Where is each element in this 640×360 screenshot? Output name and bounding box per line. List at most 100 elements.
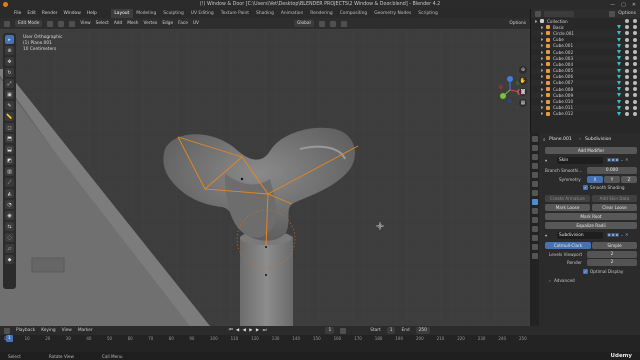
render-camera-icon[interactable] [633, 56, 637, 61]
clear-loose-button[interactable]: Clear Loose [592, 204, 637, 211]
visibility-eye-icon[interactable] [625, 99, 629, 104]
options-menu[interactable]: Options [509, 21, 526, 26]
symmetry-y-toggle[interactable]: Y [604, 176, 620, 183]
outliner-display-mode-icon[interactable] [535, 10, 541, 17]
subdivision-visibility-icons[interactable]: ▣▣▣ ⌄ ✕ [607, 232, 629, 237]
face-select-icon[interactable] [69, 20, 76, 27]
advanced-section-label[interactable]: Advanced [554, 278, 575, 283]
visibility-eye-icon[interactable] [625, 111, 629, 116]
menu-help[interactable]: Help [87, 11, 97, 16]
menu-edge[interactable]: Edge [162, 21, 173, 26]
view-layer-tab-icon[interactable] [531, 163, 538, 169]
menu-mesh[interactable]: Mesh [127, 21, 138, 26]
menu-render[interactable]: Render [42, 11, 58, 16]
end-frame-field[interactable]: 250 [415, 327, 430, 334]
render-camera-icon[interactable] [633, 43, 637, 48]
expand-icon[interactable] [541, 112, 544, 116]
physics-tab-icon[interactable] [531, 217, 538, 223]
render-camera-icon[interactable] [633, 62, 637, 67]
menu-uv[interactable]: UV [193, 21, 199, 26]
skin-expand-icon[interactable]: ▾ [545, 158, 547, 163]
editor-type-icon[interactable] [4, 20, 10, 27]
snap-icon[interactable] [329, 20, 336, 27]
render-camera-icon[interactable] [633, 19, 637, 24]
knife-tool-icon[interactable]: ⟋ [5, 178, 14, 187]
menu-marker[interactable]: Marker [78, 328, 93, 333]
skin-visibility-icons[interactable]: ▣▣▣ ⌄ ✕ [607, 157, 629, 162]
expand-icon[interactable] [541, 31, 544, 35]
bevel-tool-icon[interactable]: ◩ [5, 156, 14, 165]
optimal-display-checkbox[interactable]: ✓ [583, 269, 588, 274]
menu-select[interactable]: Select [96, 21, 109, 26]
menu-add[interactable]: Add [114, 21, 122, 26]
render-camera-icon[interactable] [633, 50, 637, 55]
tab-modeling[interactable]: Modeling [133, 9, 160, 18]
visibility-eye-icon[interactable] [625, 68, 629, 73]
inset-tool-icon[interactable]: ⬓ [5, 145, 14, 154]
visibility-eye-icon[interactable] [625, 37, 629, 42]
edge-slide-tool-icon[interactable]: ⇆ [5, 222, 14, 231]
expand-icon[interactable] [541, 100, 544, 104]
current-frame-field[interactable]: 1 [325, 327, 335, 334]
expand-icon[interactable] [541, 69, 544, 73]
visibility-eye-icon[interactable] [625, 56, 629, 61]
equalize-radii-button[interactable]: Equalize Radii [545, 222, 637, 229]
outliner-row[interactable]: Cube.012 [531, 111, 640, 117]
select-box-tool-icon[interactable]: ▸ [5, 35, 14, 44]
tab-compositing[interactable]: Compositing [336, 9, 371, 18]
pivot-icon[interactable] [318, 20, 325, 27]
menu-vertex[interactable]: Vertex [144, 21, 158, 26]
expand-icon[interactable] [541, 38, 544, 42]
skin-modifier-name[interactable]: Skin [557, 157, 603, 164]
render-camera-icon[interactable] [633, 25, 637, 30]
move-tool-icon[interactable]: ✥ [5, 57, 14, 66]
expand-icon[interactable] [541, 106, 544, 110]
levels-viewport-field[interactable]: 2 [587, 251, 637, 258]
particles-tab-icon[interactable] [531, 208, 538, 214]
menu-keying[interactable]: Keying [41, 328, 55, 333]
menu-playback[interactable]: Playback [16, 328, 35, 333]
visibility-eye-icon[interactable] [625, 80, 629, 85]
visibility-eye-icon[interactable] [625, 19, 629, 24]
symmetry-x-toggle[interactable]: X [587, 176, 603, 183]
edge-select-icon[interactable] [58, 20, 65, 27]
timeline-editor-icon[interactable] [4, 327, 10, 334]
menu-timeline-view[interactable]: View [62, 328, 72, 333]
expand-icon[interactable] [541, 75, 544, 79]
tab-animation[interactable]: Animation [277, 9, 306, 18]
3d-viewport[interactable]: User Orthographic (1) Plane.001 10 Centi… [0, 29, 530, 326]
render-camera-icon[interactable] [633, 80, 637, 85]
timeline-ruler[interactable]: 0102030405060708090100110120130140150160… [0, 335, 640, 352]
menu-face[interactable]: Face [178, 21, 188, 26]
expand-icon[interactable] [541, 62, 544, 66]
expand-icon[interactable] [535, 19, 538, 23]
expand-icon[interactable] [541, 44, 544, 48]
render-camera-icon[interactable] [633, 99, 637, 104]
measure-tool-icon[interactable]: 📏 [5, 112, 14, 121]
world-tab-icon[interactable] [531, 181, 538, 187]
annotate-tool-icon[interactable]: ✎ [5, 101, 14, 110]
mode-selector[interactable]: Edit Mode [15, 20, 43, 27]
menu-view[interactable]: View [80, 21, 90, 26]
cursor-tool-icon[interactable]: ⊕ [5, 46, 14, 55]
visibility-eye-icon[interactable] [625, 25, 629, 30]
menu-file[interactable]: File [14, 11, 21, 16]
smooth-tool-icon[interactable]: ◉ [5, 211, 14, 220]
output-tab-icon[interactable] [531, 154, 538, 160]
mark-root-button[interactable]: Mark Root [545, 213, 637, 220]
catmull-clark-toggle[interactable]: Catmull-Clark [545, 242, 591, 249]
render-camera-icon[interactable] [633, 31, 637, 36]
minimize-button[interactable]: — [610, 2, 615, 8]
perspective-toggle-icon[interactable]: ▦ [519, 99, 527, 107]
symmetry-z-toggle[interactable]: Z [621, 176, 637, 183]
scale-tool-icon[interactable]: ⤢ [5, 79, 14, 88]
start-frame-field[interactable]: 1 [386, 327, 396, 334]
render-tab-icon[interactable] [531, 145, 538, 151]
tab-texture-paint[interactable]: Texture Paint [217, 9, 252, 18]
render-camera-icon[interactable] [633, 37, 637, 42]
add-cube-tool-icon[interactable]: ◻ [5, 123, 14, 132]
render-camera-icon[interactable] [633, 87, 637, 92]
tab-rendering[interactable]: Rendering [307, 9, 336, 18]
render-camera-icon[interactable] [633, 105, 637, 110]
menu-edit[interactable]: Edit [27, 11, 36, 16]
